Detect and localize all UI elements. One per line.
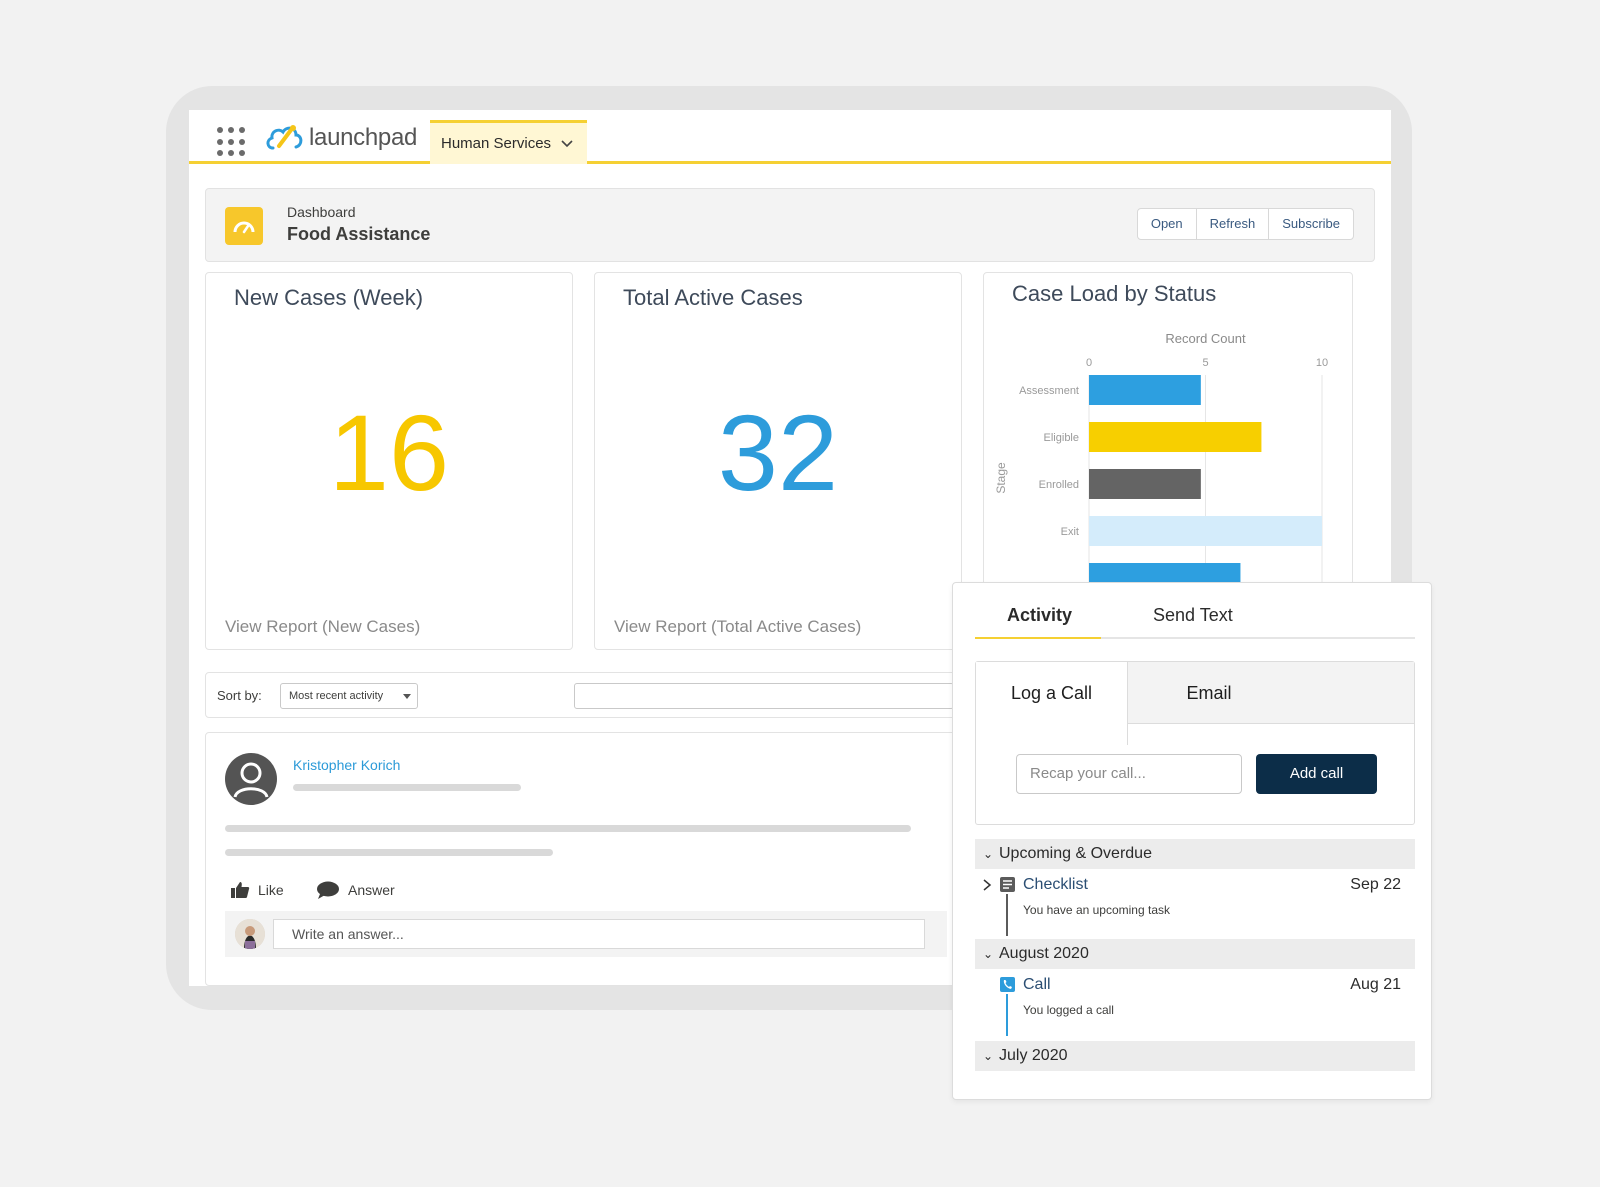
dashboard-actions: Open Refresh Subscribe bbox=[1136, 208, 1354, 240]
chevron-down-icon: ⌄ bbox=[983, 1049, 994, 1063]
comment-icon bbox=[317, 881, 339, 899]
metric-card-total-active: Total Active Cases 32 View Report (Total… bbox=[594, 272, 962, 650]
tab-send-text[interactable]: Send Text bbox=[1153, 605, 1233, 626]
post-author-link[interactable]: Kristopher Korich bbox=[293, 757, 400, 773]
chevron-right-icon[interactable] bbox=[982, 879, 992, 891]
metric-title: Total Active Cases bbox=[623, 285, 803, 310]
recap-call-input[interactable]: Recap your call... bbox=[1016, 754, 1242, 794]
launchpad-logo[interactable]: launchpad bbox=[265, 120, 417, 156]
app-launcher-icon[interactable] bbox=[217, 127, 247, 157]
sort-select-value: Most recent activity bbox=[289, 690, 384, 702]
feed-post: Kristopher Korich Like Answer Write an a… bbox=[205, 732, 965, 986]
caret-down-icon bbox=[403, 694, 411, 699]
metric-title: New Cases (Week) bbox=[234, 285, 424, 310]
placeholder-line bbox=[225, 825, 911, 832]
checklist-title[interactable]: Checklist bbox=[1023, 876, 1088, 894]
placeholder-line bbox=[293, 784, 521, 791]
x-tick-label: 10 bbox=[1316, 357, 1328, 369]
answer-composer: Write an answer... bbox=[225, 911, 947, 957]
subscribe-button[interactable]: Subscribe bbox=[1269, 209, 1353, 239]
activity-composer: Log a Call Email Recap your call... Add … bbox=[975, 661, 1415, 825]
refresh-button[interactable]: Refresh bbox=[1197, 209, 1270, 239]
tab-log-a-call[interactable]: Log a Call bbox=[976, 662, 1128, 745]
answer-label: Answer bbox=[348, 882, 395, 898]
y-tick-label: Eligible bbox=[1044, 432, 1079, 444]
placeholder-line bbox=[225, 849, 553, 856]
dashboard-header: Dashboard Food Assistance Open Refresh S… bbox=[205, 188, 1375, 262]
y-tick-label: Enrolled bbox=[1039, 479, 1079, 491]
timeline-line bbox=[1006, 894, 1008, 936]
thumbs-up-icon bbox=[231, 882, 250, 898]
call-subtitle: You logged a call bbox=[1023, 1003, 1114, 1017]
view-report-link[interactable]: View Report (New Cases) bbox=[225, 617, 420, 637]
y-tick-label: Exit bbox=[1061, 526, 1079, 538]
sort-select[interactable]: Most recent activity bbox=[280, 683, 418, 709]
metric-value: 32 bbox=[717, 392, 839, 513]
view-report-link[interactable]: View Report (Total Active Cases) bbox=[614, 617, 861, 637]
add-call-button[interactable]: Add call bbox=[1256, 754, 1377, 794]
y-tick-label: Assessment bbox=[1019, 385, 1079, 397]
answer-button[interactable]: Answer bbox=[316, 881, 395, 899]
chevron-down-icon bbox=[561, 139, 573, 147]
phone-icon bbox=[1000, 977, 1015, 992]
gauge-icon bbox=[225, 207, 263, 245]
user-icon bbox=[233, 762, 269, 798]
section-upcoming-overdue[interactable]: ⌄ Upcoming & Overdue bbox=[975, 839, 1415, 869]
app-tab-human-services[interactable]: Human Services bbox=[430, 120, 587, 164]
section-july-2020[interactable]: ⌄ July 2020 bbox=[975, 1041, 1415, 1071]
y-axis-title: Stage bbox=[994, 462, 1008, 494]
checklist-subtitle: You have an upcoming task bbox=[1023, 903, 1170, 917]
avatar[interactable] bbox=[225, 753, 277, 805]
active-tab-indicator bbox=[975, 637, 1101, 639]
like-button[interactable]: Like bbox=[230, 881, 284, 899]
task-icon bbox=[1000, 877, 1015, 892]
x-axis-title: Record Count bbox=[1165, 331, 1246, 346]
cloud-logo-icon bbox=[266, 125, 303, 150]
dashboard-title: Food Assistance bbox=[287, 224, 431, 244]
sort-bar: Sort by: Most recent activity bbox=[205, 672, 965, 718]
global-header: launchpad Human Services bbox=[189, 110, 1391, 164]
tab-email[interactable]: Email bbox=[1134, 662, 1284, 724]
x-tick-label: 0 bbox=[1086, 357, 1092, 369]
current-user-avatar bbox=[235, 919, 265, 949]
call-title[interactable]: Call bbox=[1023, 976, 1051, 994]
section-label: Upcoming & Overdue bbox=[999, 845, 1152, 862]
bar-assessment bbox=[1089, 375, 1201, 405]
timeline-line bbox=[1006, 994, 1008, 1036]
bar-enrolled bbox=[1089, 469, 1201, 499]
bar-exit bbox=[1089, 516, 1322, 546]
feed-search-input[interactable] bbox=[574, 683, 954, 709]
section-label: August 2020 bbox=[999, 945, 1089, 962]
app-tab-label: Human Services bbox=[441, 135, 552, 152]
checklist-date: Sep 22 bbox=[1350, 876, 1401, 893]
open-button[interactable]: Open bbox=[1138, 209, 1197, 239]
sort-label: Sort by: bbox=[217, 688, 262, 703]
answer-input[interactable]: Write an answer... bbox=[273, 919, 925, 949]
section-august-2020[interactable]: ⌄ August 2020 bbox=[975, 939, 1415, 969]
bar-eligible bbox=[1089, 422, 1262, 452]
call-date: Aug 21 bbox=[1350, 976, 1401, 993]
metric-value: 16 bbox=[328, 392, 450, 513]
activity-panel: Activity Send Text Log a Call Email Reca… bbox=[952, 582, 1432, 1100]
dashboard-label: Dashboard bbox=[287, 204, 356, 220]
like-label: Like bbox=[258, 882, 284, 898]
chevron-down-icon: ⌄ bbox=[983, 947, 994, 961]
tab-log-a-call-label: Log a Call bbox=[1010, 683, 1093, 703]
section-label: July 2020 bbox=[999, 1047, 1068, 1064]
x-tick-label: 5 bbox=[1202, 357, 1208, 369]
chevron-down-icon: ⌄ bbox=[983, 847, 994, 861]
tab-activity[interactable]: Activity bbox=[1007, 605, 1072, 626]
logo-text: launchpad bbox=[309, 124, 418, 151]
metric-card-new-cases: New Cases (Week) 16 View Report (New Cas… bbox=[205, 272, 573, 650]
activity-tabs: Activity Send Text bbox=[975, 583, 1415, 639]
